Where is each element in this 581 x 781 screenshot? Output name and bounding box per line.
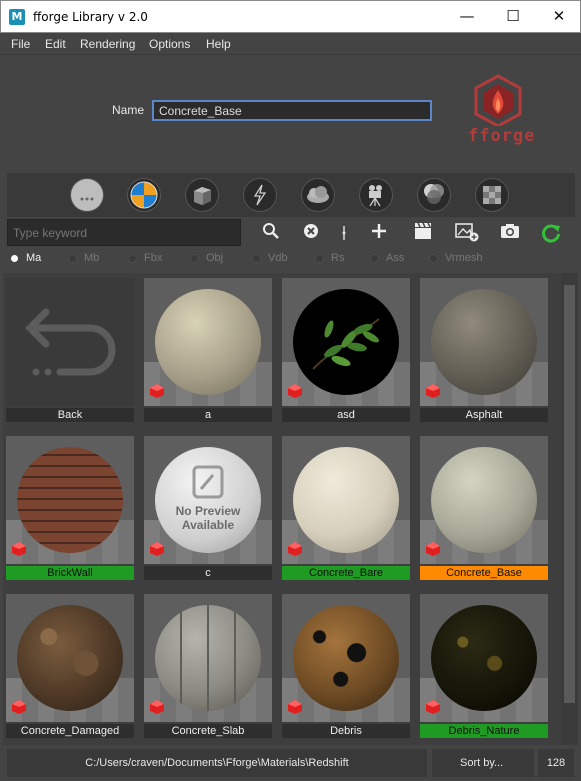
logo-text: fforge <box>468 126 536 146</box>
lightning-icon[interactable] <box>243 178 277 212</box>
tile-label: c <box>144 566 272 580</box>
material-preview-sphere <box>431 605 537 711</box>
menu-bar: File Edit Rendering Options Help <box>0 33 581 55</box>
material-tile-brickwall[interactable]: BrickWall <box>6 436 134 583</box>
material-preview-sphere <box>431 289 537 395</box>
window-title: fforge Library v 2.0 <box>33 10 148 24</box>
title-bar: M fforge Library v 2.0 — ☐ ✕ <box>0 0 581 33</box>
material-tile-debris[interactable]: Debris <box>282 594 410 741</box>
menu-help[interactable]: Help <box>206 37 231 51</box>
add-image-icon[interactable] <box>455 222 479 244</box>
material-preview-sphere <box>431 447 537 553</box>
library-path: C:/Users/craven/Documents\Fforge\Materia… <box>7 749 427 777</box>
material-preview-sphere <box>155 289 261 395</box>
name-input[interactable] <box>152 100 432 121</box>
grid-scrollbar[interactable] <box>561 273 578 745</box>
material-tile-concrete-base[interactable]: Concrete_Base <box>420 436 548 583</box>
cube-model-icon[interactable] <box>185 178 219 212</box>
tile-label: Debris <box>282 724 410 738</box>
tile-label: Concrete_Slab <box>144 724 272 738</box>
material-preview-sphere <box>17 605 123 711</box>
checker-texture-icon[interactable] <box>475 178 509 212</box>
redshift-cube-icon <box>288 384 302 398</box>
tile-label: Asphalt <box>420 408 548 422</box>
redshift-cube-icon <box>12 700 26 714</box>
tile-label: Concrete_Bare <box>282 566 410 580</box>
material-preview-sphere <box>293 605 399 711</box>
clapper-icon[interactable] <box>411 222 435 244</box>
close-button[interactable]: ✕ <box>536 1 581 33</box>
tile-label: a <box>144 408 272 422</box>
search-icon[interactable] <box>259 222 283 244</box>
redshift-cube-icon <box>150 384 164 398</box>
scrollbar-thumb[interactable] <box>564 285 575 703</box>
fforge-logo: fforge <box>468 74 536 148</box>
name-label: Name <box>112 103 145 117</box>
menu-edit[interactable]: Edit <box>45 37 66 51</box>
redshift-cube-icon <box>150 700 164 714</box>
maya-app-icon: M <box>9 9 25 25</box>
menu-file[interactable]: File <box>11 37 30 51</box>
menu-rendering[interactable]: Rendering <box>80 37 135 51</box>
tile-label: asd <box>282 408 410 422</box>
refresh-icon[interactable] <box>539 222 563 244</box>
thumbnail-size-field[interactable]: 128 <box>538 749 574 777</box>
tile-label: Concrete_Damaged <box>6 724 134 738</box>
redshift-cube-icon <box>12 542 26 556</box>
material-tile-concrete-bare[interactable]: Concrete_Bare <box>282 436 410 583</box>
clear-search-icon[interactable] <box>299 222 323 244</box>
divider-icon <box>332 222 356 244</box>
tile-label: Back <box>6 408 134 422</box>
material-tile-debris-nature[interactable]: Debris_Nature <box>420 594 548 741</box>
more-dots-icon[interactable] <box>70 178 104 212</box>
add-item-icon[interactable] <box>367 222 391 244</box>
no-preview-text: No Preview Available <box>175 504 241 532</box>
material-tile-asphalt[interactable]: Asphalt <box>420 278 548 425</box>
redshift-cube-icon <box>426 384 440 398</box>
material-preview-sphere <box>17 447 123 553</box>
minimize-button[interactable]: — <box>444 1 490 33</box>
redshift-cube-icon <box>426 700 440 714</box>
material-tile-concrete-slab[interactable]: Concrete_Slab <box>144 594 272 741</box>
camera-rig-icon[interactable] <box>359 178 393 212</box>
material-ball-icon[interactable] <box>127 178 161 212</box>
category-bar <box>7 173 575 217</box>
status-bar: C:/Users/craven/Documents\Fforge\Materia… <box>0 747 581 781</box>
material-preview-sphere <box>155 447 261 553</box>
redshift-cube-icon <box>288 700 302 714</box>
back-tile[interactable]: Back <box>6 278 134 425</box>
logo-hexagon-icon <box>474 74 522 128</box>
tile-label: BrickWall <box>6 566 134 580</box>
material-tile-concrete-damaged[interactable]: Concrete_Damaged <box>6 594 134 741</box>
material-tile-asd[interactable]: asd <box>282 278 410 425</box>
color-overlap-icon[interactable] <box>417 178 451 212</box>
back-arrow-icon <box>6 278 134 406</box>
search-input[interactable] <box>7 219 241 246</box>
redshift-cube-icon <box>288 542 302 556</box>
tile-label: Debris_Nature <box>420 724 548 738</box>
material-grid: Back a asd Asphalt BrickWall No Preview … <box>3 273 561 745</box>
redshift-cube-icon <box>150 542 164 556</box>
material-preview-sphere <box>293 289 399 395</box>
sort-dropdown[interactable]: Sort by... <box>432 749 534 777</box>
snapshot-camera-icon[interactable] <box>498 222 522 244</box>
radio-selected-indicator <box>11 255 18 262</box>
maximize-button[interactable]: ☐ <box>490 1 536 33</box>
menu-options[interactable]: Options <box>149 37 190 51</box>
tile-label: Concrete_Base <box>420 566 548 580</box>
redshift-cube-icon <box>426 542 440 556</box>
material-preview-sphere <box>293 447 399 553</box>
material-preview-sphere <box>155 605 261 711</box>
material-tile-c[interactable]: No Preview Available c <box>144 436 272 583</box>
cloud-volume-icon[interactable] <box>301 178 335 212</box>
material-tile-a[interactable]: a <box>144 278 272 425</box>
